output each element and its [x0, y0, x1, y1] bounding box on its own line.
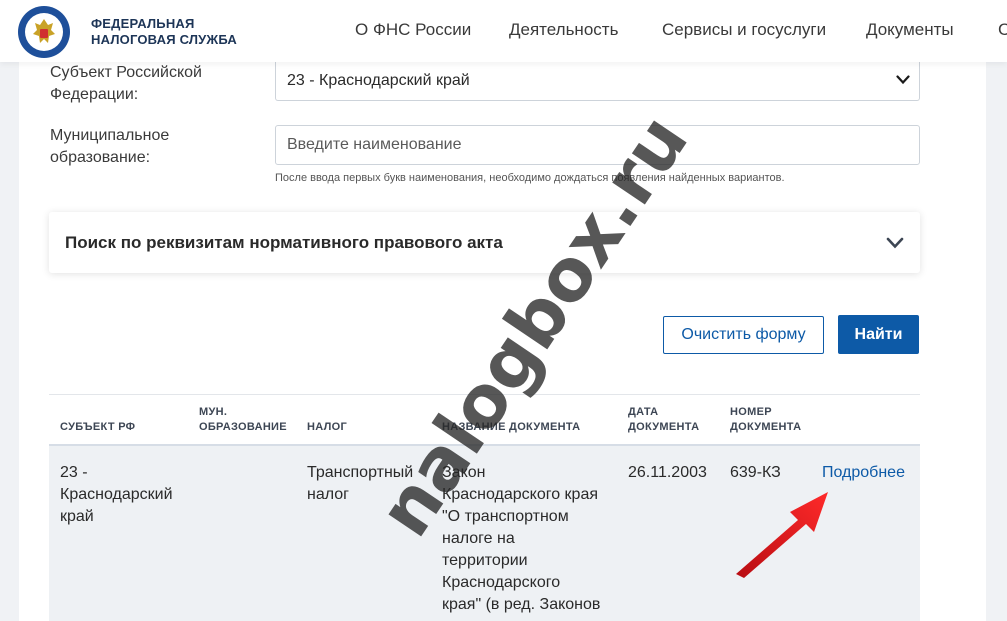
- th-number: НОМЕР ДОКУМЕНТА: [730, 405, 801, 435]
- cell-doc-name-line: Краснодарского: [442, 574, 561, 591]
- logo-line-2: НАЛОГОВАЯ СЛУЖБА: [91, 32, 238, 47]
- th-municipal-line-2: ОБРАЗОВАНИЕ: [199, 421, 287, 433]
- cell-doc-name-line: края" (в ред. Законов: [442, 596, 601, 613]
- cell-tax: Транспортный налог: [307, 462, 413, 506]
- find-button[interactable]: Найти: [838, 315, 919, 354]
- municipal-input[interactable]: [275, 125, 920, 165]
- red-arrow-icon: [736, 492, 828, 578]
- nav-item-services[interactable]: Сервисы и госуслуги: [662, 20, 826, 40]
- details-link[interactable]: Подробнее: [822, 462, 905, 484]
- cell-doc-name-line: "О транспортном: [442, 508, 569, 525]
- nav-item-activity[interactable]: Деятельность: [509, 20, 618, 40]
- fns-emblem-icon[interactable]: [17, 5, 71, 59]
- th-subject: СУБЪЕКТ РФ: [60, 421, 136, 433]
- logo-line-1: ФЕДЕРАЛЬНАЯ: [91, 16, 195, 31]
- cell-doc-name-line: Краснодарского края: [442, 486, 598, 503]
- municipal-label-line-2: образование:: [50, 149, 151, 166]
- th-date-line-2: ДОКУМЕНТА: [628, 421, 700, 433]
- th-date-line-1: ДАТА: [628, 406, 659, 418]
- th-date: ДАТА ДОКУМЕНТА: [628, 405, 699, 435]
- region-select[interactable]: 23 - Краснодарский край: [275, 62, 920, 101]
- th-municipal-line-1: МУН.: [199, 406, 228, 418]
- cell-doc-name-line: территории: [442, 552, 528, 569]
- cell-tax-line: налог: [307, 486, 349, 503]
- region-label-line-2: Федерации:: [50, 86, 139, 103]
- cell-tax-line: Транспортный: [307, 464, 414, 481]
- municipal-hint: После ввода первых букв наименования, не…: [275, 172, 785, 184]
- requisites-search-accordion[interactable]: Поиск по реквизитам нормативного правово…: [49, 212, 920, 273]
- region-label: Субъект Российской Федерации:: [50, 62, 202, 106]
- cell-doc-name-line: Закон: [442, 464, 486, 481]
- th-number-line-1: НОМЕР: [730, 406, 772, 418]
- cell-number: 639-КЗ: [730, 464, 781, 481]
- nav-item-more[interactable]: С: [998, 20, 1007, 40]
- accordion-title: Поиск по реквизитам нормативного правово…: [65, 233, 503, 252]
- municipal-label-line-1: Муниципальное: [50, 127, 170, 144]
- chevron-down-icon: [886, 237, 904, 249]
- region-select-value: 23 - Краснодарский край: [287, 72, 470, 89]
- results-table-header: СУБЪЕКТ РФ МУН. ОБРАЗОВАНИЕ НАЛОГ НАЗВАН…: [49, 394, 920, 446]
- cell-doc-name: Закон Краснодарского края "О транспортно…: [442, 462, 600, 616]
- th-municipal: МУН. ОБРАЗОВАНИЕ: [199, 405, 287, 435]
- site-header: ФЕДЕРАЛЬНАЯ НАЛОГОВАЯ СЛУЖБА О ФНС Росси…: [0, 0, 1007, 62]
- cell-date: 26.11.2003: [628, 464, 707, 481]
- cell-subject-line: Краснодарский: [60, 486, 173, 503]
- cell-subject: 23 - Краснодарский край: [60, 462, 173, 528]
- chevron-down-icon: [896, 75, 910, 85]
- nav-item-documents[interactable]: Документы: [866, 20, 954, 40]
- logo-text[interactable]: ФЕДЕРАЛЬНАЯ НАЛОГОВАЯ СЛУЖБА: [91, 16, 237, 48]
- th-tax: НАЛОГ: [307, 421, 348, 433]
- municipal-label: Муниципальное образование:: [50, 125, 169, 169]
- cell-subject-line: 23 -: [60, 464, 88, 481]
- cell-doc-name-line: налоге на: [442, 530, 515, 547]
- nav-item-about[interactable]: О ФНС России: [355, 20, 471, 40]
- th-doc-name: НАЗВАНИЕ ДОКУМЕНТА: [442, 421, 581, 433]
- th-number-line-2: ДОКУМЕНТА: [730, 421, 802, 433]
- region-label-line-1: Субъект Российской: [50, 64, 202, 81]
- cell-subject-line: край: [60, 508, 94, 525]
- clear-form-button[interactable]: Очистить форму: [663, 316, 824, 354]
